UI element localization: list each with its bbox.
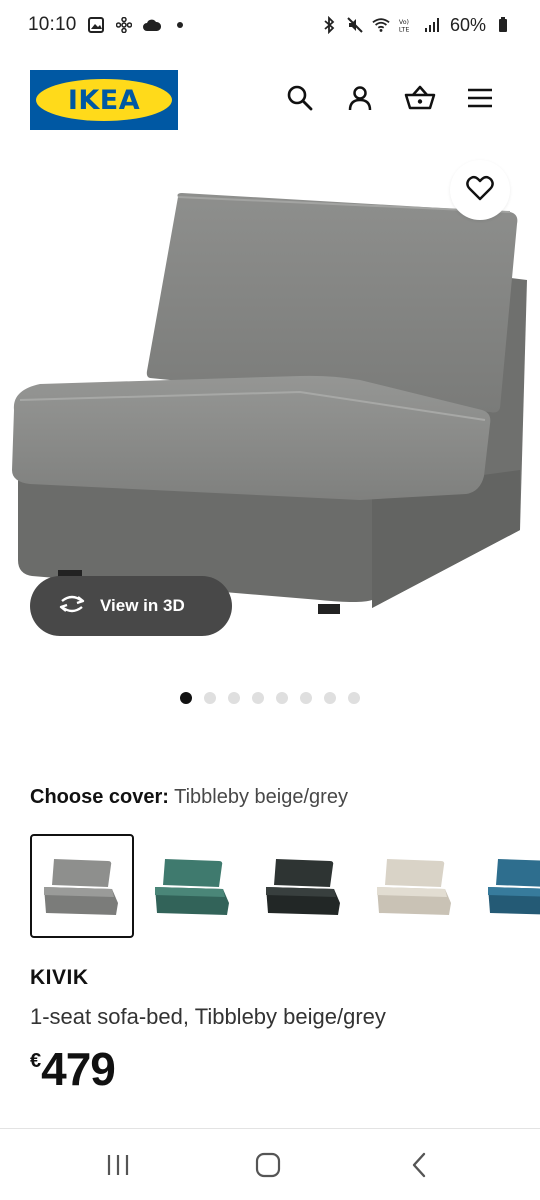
heart-icon [466,175,494,206]
logo-ellipse: IKEA [36,79,172,121]
ikea-logo[interactable]: IKEA [30,70,178,130]
product-description: 1-seat sofa-bed, Tibbleby beige/grey [30,1004,386,1029]
swatch-chair [155,859,229,915]
carousel-dots [180,692,360,704]
cover-swatches [30,834,540,940]
swatch-chair [266,859,340,915]
product-name: KIVIK [30,966,89,989]
choose-cover-line: Choose cover: Tibbleby beige/grey [30,786,348,809]
view-in-3d-button[interactable]: View in 3D [30,576,232,636]
carousel-dot[interactable] [228,692,240,704]
cloud-icon [142,16,161,34]
pinwheel-icon [115,16,133,34]
view-in-3d-label: View in 3D [100,596,185,615]
cover-swatch-green[interactable] [141,834,245,938]
product-price: € 479 [30,1042,116,1096]
price-currency: € [30,1050,42,1072]
swatch-chair [44,859,118,915]
svg-text:Vo): Vo) [399,19,409,26]
menu-icon[interactable] [464,82,496,114]
status-time: 10:10 [28,14,77,35]
basket-icon[interactable] [404,82,436,114]
home-icon[interactable] [248,1149,288,1181]
cover-swatch-blue[interactable] [474,834,540,938]
favourite-button[interactable] [450,160,510,220]
carousel-dot[interactable] [300,692,312,704]
bluetooth-icon [320,16,338,34]
carousel-dot[interactable] [276,692,288,704]
wifi-icon [372,16,390,34]
status-left: 10:10 [28,14,189,36]
carousel-dot[interactable] [252,692,264,704]
logo-text: IKEA [67,84,141,116]
price-amount: 479 [41,1043,116,1095]
cover-swatch-beige[interactable] [363,834,467,938]
battery-level: 60% [449,14,486,35]
battery-icon [494,16,512,34]
signal-icon [424,16,442,34]
swatch-chair [377,859,451,915]
dot-icon [171,16,189,34]
account-icon[interactable] [344,82,376,114]
rotate-icon [56,592,88,621]
cover-swatch-selected[interactable] [30,834,134,938]
choose-cover-value: Tibbleby beige/grey [174,786,348,808]
recent-apps-icon[interactable] [98,1149,138,1181]
search-icon[interactable] [284,82,316,114]
swatch-chair [488,859,540,915]
carousel-dot[interactable] [348,692,360,704]
volte-icon: Vo) LTE [398,16,416,34]
carousel-dot[interactable] [180,692,192,704]
back-icon[interactable] [400,1149,440,1181]
status-bar: 10:10 Vo) LTE 60% [0,0,540,50]
mute-icon [346,16,364,34]
site-header: IKEA [0,68,540,132]
image-icon [87,16,105,34]
status-right: Vo) LTE 60% [320,15,512,36]
svg-text:LTE: LTE [399,26,409,33]
carousel-dot[interactable] [324,692,336,704]
carousel-dot[interactable] [204,692,216,704]
cover-swatch-dark[interactable] [252,834,356,938]
system-nav-bar [0,1128,540,1200]
choose-cover-label: Choose cover: [30,786,169,808]
